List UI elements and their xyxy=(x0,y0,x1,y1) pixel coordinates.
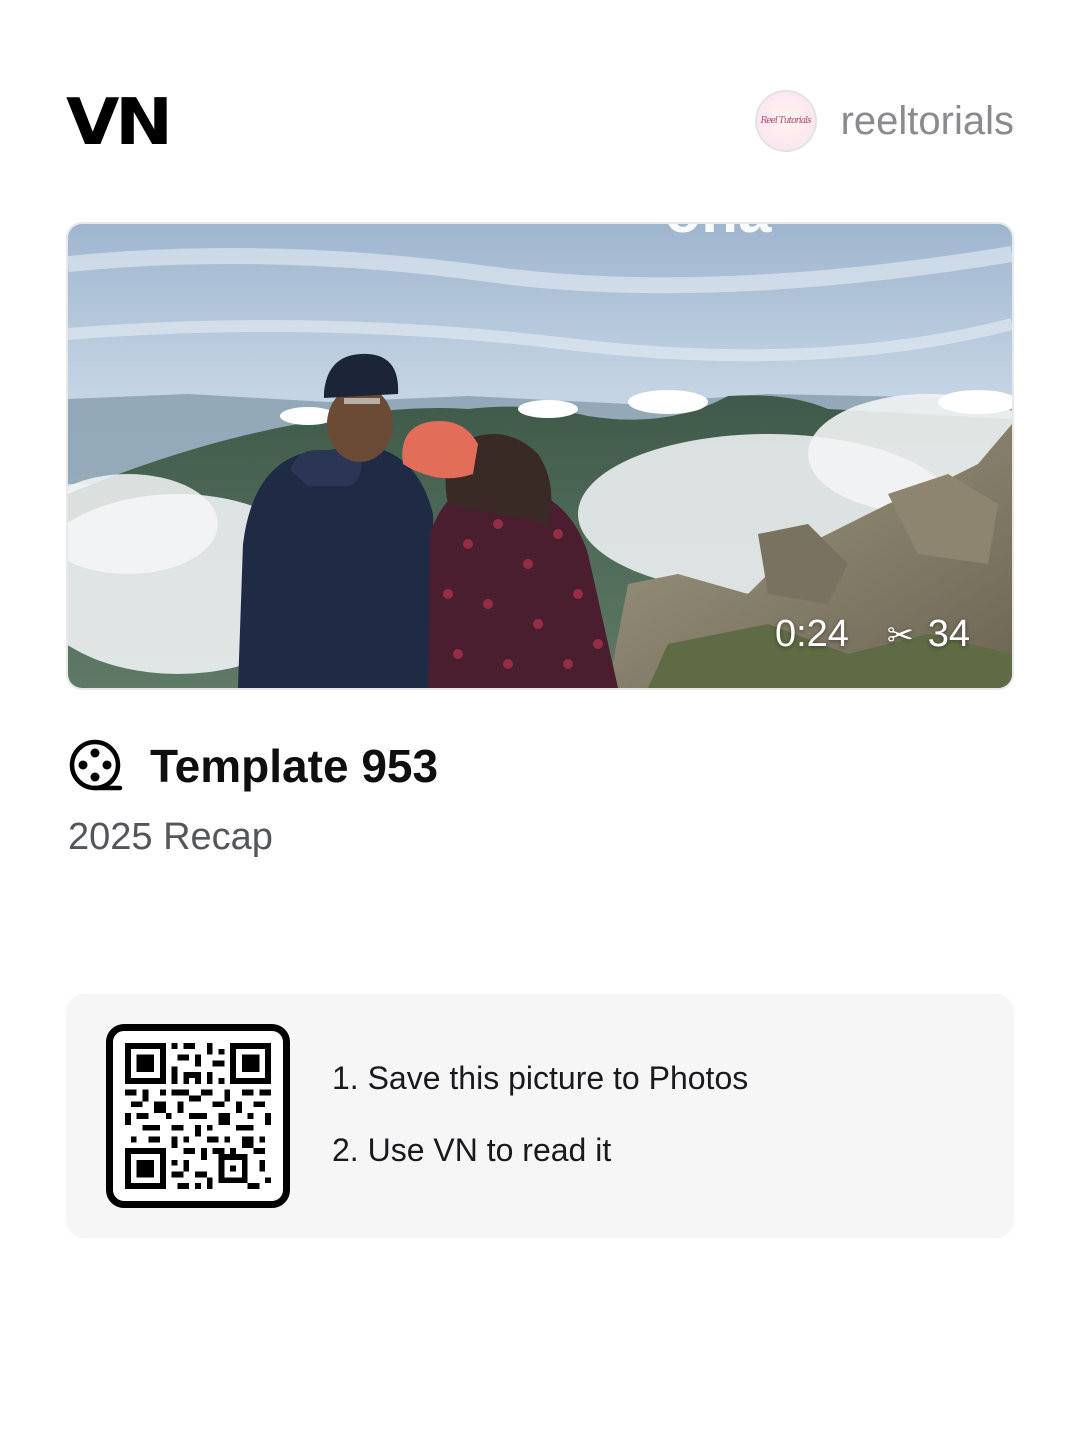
video-preview-card[interactable]: ona 0:24 ✂ 34 xyxy=(66,222,1014,690)
avatar-logo-text: Reel Tutorials xyxy=(760,116,812,126)
qr-code xyxy=(125,1043,271,1189)
vn-logo: VN xyxy=(66,86,173,160)
video-duration: 0:24 xyxy=(774,613,849,655)
qr-code-frame[interactable] xyxy=(106,1024,290,1208)
template-subtitle: 2025 Recap xyxy=(68,816,273,858)
author-profile[interactable]: Reel Tutorials reeltorials xyxy=(754,90,1014,152)
template-title-row: Template 953 xyxy=(68,738,438,794)
avatar[interactable]: Reel Tutorials xyxy=(754,90,817,152)
instruction-step-1: 1. Save this picture to Photos xyxy=(332,1060,749,1096)
film-reel-icon xyxy=(69,739,123,791)
author-name[interactable]: reeltorials xyxy=(841,90,1014,152)
template-share-page: VN Reel Tutorials reeltorials 0:24 ✂ 34 … xyxy=(0,0,1080,1440)
video-stats: 0:24 ✂ 34 xyxy=(775,613,970,656)
template-title: Template 953 xyxy=(150,740,439,792)
clip-count-value: 34 xyxy=(927,613,970,655)
qr-instructions-panel: 1. Save this picture to Photos 2. Use VN… xyxy=(66,994,1014,1238)
svg-text:ona: ona xyxy=(665,224,772,245)
instruction-step-2: 2. Use VN to read it xyxy=(332,1132,612,1168)
clip-count: ✂ 34 xyxy=(887,613,970,656)
scissors-icon: ✂ xyxy=(886,616,914,653)
